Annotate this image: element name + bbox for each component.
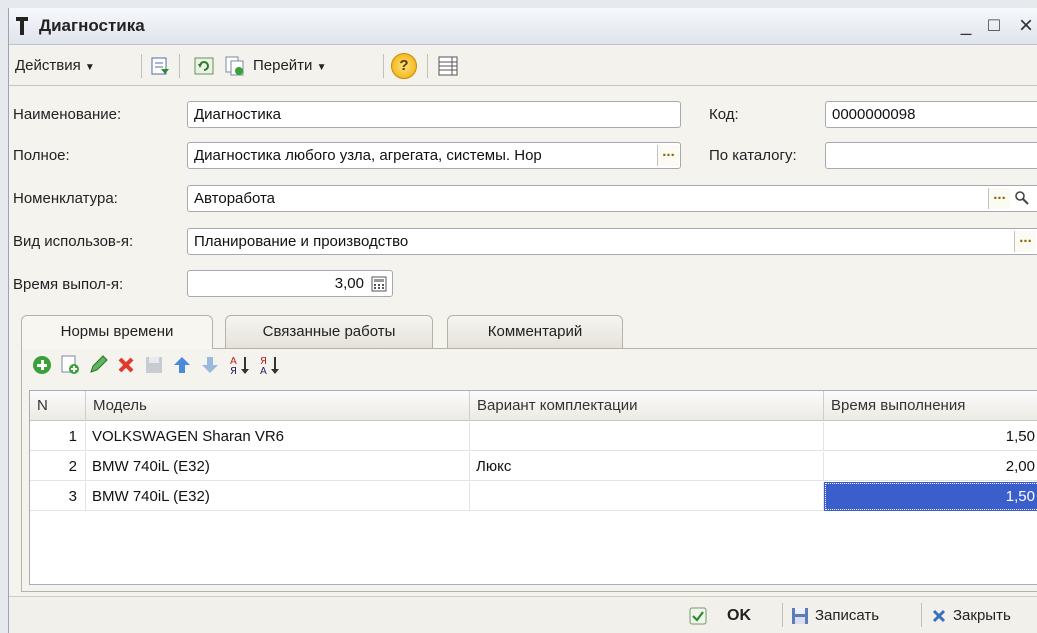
checkmark-icon xyxy=(689,607,707,625)
list-select-icon[interactable] xyxy=(149,55,171,77)
usage-type-input[interactable]: Планирование и производство ... xyxy=(187,228,1037,255)
separator xyxy=(921,603,922,627)
nomenclature-value: Авторабота xyxy=(194,190,276,207)
table-row[interactable]: 3 BMW 740iL (E32) 1,50 xyxy=(30,482,1037,511)
copy-document-icon[interactable] xyxy=(223,55,245,77)
search-icon[interactable] xyxy=(1014,190,1030,206)
variant-cell[interactable]: Люкс xyxy=(470,452,824,481)
name-label: Наименование: xyxy=(13,106,122,123)
structure-list-icon[interactable] xyxy=(437,55,459,77)
minimize-button[interactable]: _ xyxy=(955,14,977,38)
column-header-model[interactable]: Модель xyxy=(86,391,470,421)
floppy-disk-icon xyxy=(792,608,808,624)
column-header-time[interactable]: Время выполнения xyxy=(824,391,1037,421)
separator xyxy=(383,54,384,78)
close-label: Закрыть xyxy=(953,607,1011,624)
wrench-icon xyxy=(16,17,28,35)
sort-ascending-icon[interactable]: A Я xyxy=(229,354,251,376)
move-down-icon[interactable] xyxy=(199,354,221,376)
row-number: 2 xyxy=(30,452,86,481)
copy-row-icon[interactable] xyxy=(59,354,81,376)
table-row[interactable]: 1 VOLKSWAGEN Sharan VR6 1,50 xyxy=(30,422,1037,451)
save-button[interactable]: Записать xyxy=(791,605,921,627)
help-icon[interactable]: ? xyxy=(391,53,417,79)
move-up-icon[interactable] xyxy=(171,354,193,376)
window-title: Диагностика xyxy=(39,16,145,35)
full-name-input[interactable]: Диагностика любого узла, агрегата, систе… xyxy=(187,142,681,169)
separator xyxy=(782,603,783,627)
separator xyxy=(427,54,428,78)
window: Диагностика _ □ × Действия ▼ Перейти ▼ ?… xyxy=(8,8,1037,633)
goto-menu[interactable]: Перейти ▼ xyxy=(253,55,327,77)
time-cell-selected[interactable]: 1,50 xyxy=(824,482,1037,511)
close-window-button[interactable]: × xyxy=(1015,14,1037,38)
maximize-button[interactable]: □ xyxy=(983,14,1005,38)
model-cell[interactable]: BMW 740iL (E32) xyxy=(86,482,470,511)
svg-text:Я: Я xyxy=(230,366,237,376)
dropdown-arrow-icon: ▼ xyxy=(84,62,95,73)
svg-text:A: A xyxy=(260,366,267,376)
execution-time-label: Время выпол-я: xyxy=(13,276,124,293)
calculator-icon[interactable] xyxy=(371,276,387,292)
goto-label: Перейти xyxy=(253,57,313,74)
row-number: 1 xyxy=(30,422,86,451)
table-row[interactable]: 2 BMW 740iL (E32) Люкс 2,00 xyxy=(30,452,1037,481)
ok-label: OK xyxy=(727,607,751,624)
time-cell[interactable]: 2,00 xyxy=(824,452,1037,481)
full-name-select-button[interactable]: ... xyxy=(657,144,679,166)
row-number: 3 xyxy=(30,482,86,511)
full-name-label: Полное: xyxy=(13,147,70,164)
name-input[interactable]: Диагностика xyxy=(187,101,681,128)
column-header-n[interactable]: N xyxy=(30,391,86,421)
close-button[interactable]: Закрыть xyxy=(931,605,1037,627)
separator xyxy=(179,54,180,78)
title-bar: Диагностика _ □ × xyxy=(9,8,1037,45)
column-header-variant[interactable]: Вариант комплектации xyxy=(470,391,824,421)
execution-time-input[interactable]: 3,00 xyxy=(187,270,393,297)
save-disabled-icon xyxy=(146,357,162,373)
code-label: Код: xyxy=(709,106,739,123)
refresh-icon[interactable] xyxy=(193,55,215,77)
sort-descending-icon[interactable]: Я A xyxy=(259,354,281,376)
model-cell[interactable]: VOLKSWAGEN Sharan VR6 xyxy=(86,422,470,451)
nomenclature-label: Номенклатура: xyxy=(13,190,118,207)
catalog-label: По каталогу: xyxy=(709,147,797,164)
tab-time-norms[interactable]: Нормы времени xyxy=(21,315,213,349)
actions-menu[interactable]: Действия ▼ xyxy=(15,55,95,77)
separator xyxy=(141,54,142,78)
close-icon xyxy=(932,609,946,623)
nomenclature-select-button[interactable]: ... xyxy=(988,187,1010,209)
variant-cell[interactable] xyxy=(470,482,824,511)
nomenclature-input[interactable]: Авторабота ... xyxy=(187,185,1037,212)
time-cell[interactable]: 1,50 xyxy=(824,422,1037,451)
model-cell[interactable]: BMW 740iL (E32) xyxy=(86,452,470,481)
delete-icon[interactable] xyxy=(115,354,137,376)
add-icon[interactable] xyxy=(31,354,53,376)
dropdown-arrow-icon: ▼ xyxy=(316,62,327,73)
toolbar: Действия ▼ Перейти ▼ ? xyxy=(9,46,1037,86)
edit-pencil-icon[interactable] xyxy=(87,354,109,376)
full-name-value: Диагностика любого узла, агрегата, систе… xyxy=(194,147,542,164)
save-label: Записать xyxy=(815,607,880,624)
tab-comment[interactable]: Комментарий xyxy=(447,315,623,348)
usage-type-select-button[interactable]: ... xyxy=(1014,230,1036,252)
bottom-bar: OK Записать Закрыть xyxy=(9,596,1037,633)
actions-label: Действия xyxy=(15,57,81,74)
variant-cell[interactable] xyxy=(470,422,824,451)
tab-related-works[interactable]: Связанные работы xyxy=(225,315,433,348)
code-input[interactable]: 0000000098 xyxy=(825,101,1037,128)
catalog-input[interactable] xyxy=(825,142,1037,169)
execution-time-value: 3,00 xyxy=(334,275,364,292)
usage-type-label: Вид использов-я: xyxy=(13,233,134,250)
time-norms-table[interactable]: N Модель Вариант комплектации Время выпо… xyxy=(29,390,1037,585)
usage-type-value: Планирование и производство xyxy=(194,233,409,250)
